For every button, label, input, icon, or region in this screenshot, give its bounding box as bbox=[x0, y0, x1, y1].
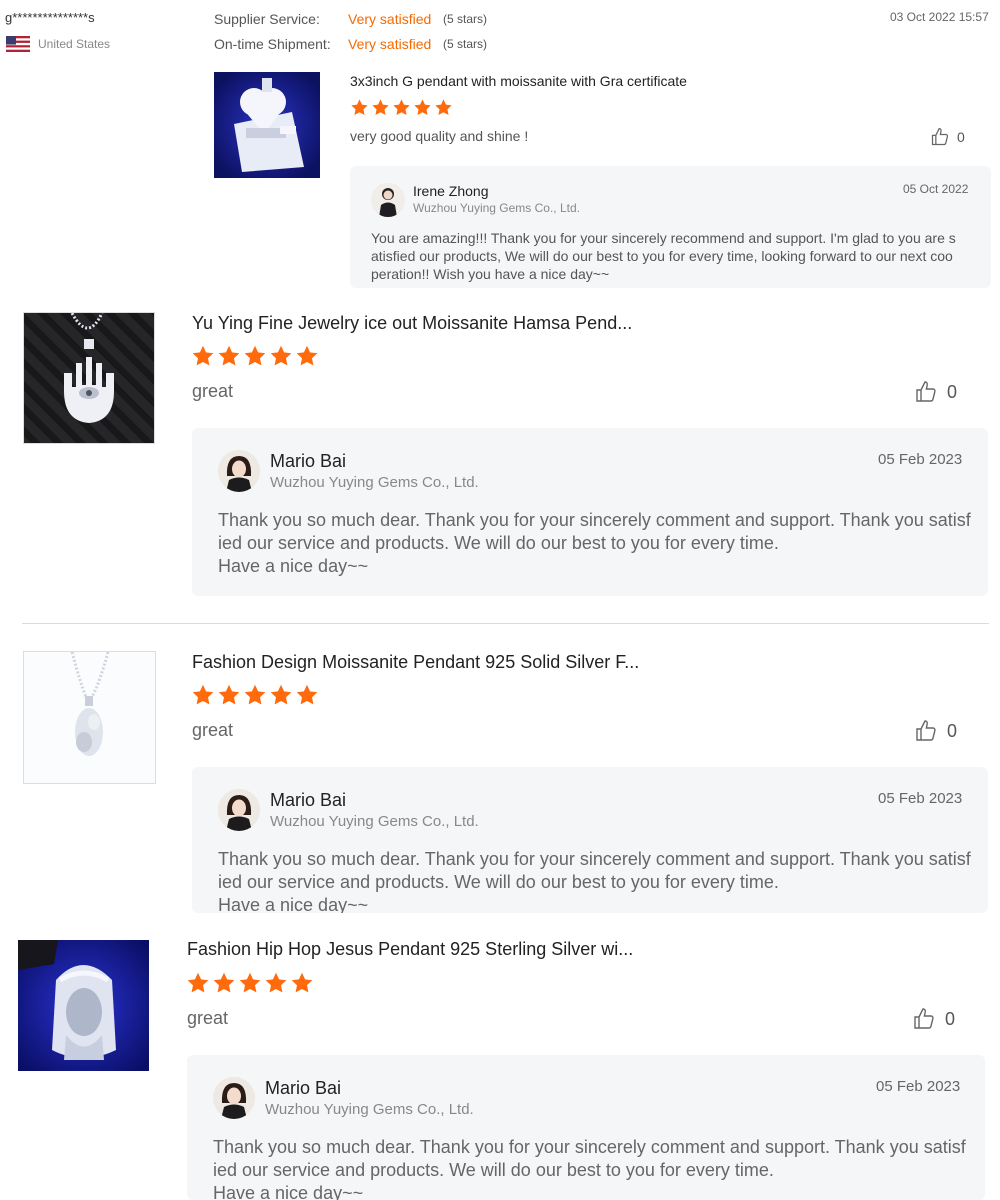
review-comment: great bbox=[192, 381, 234, 401]
reviewer-country: United States bbox=[38, 37, 111, 51]
seller-reply: Mario Bai Wuzhou Yuying Gems Co., Ltd. 0… bbox=[187, 1055, 985, 1200]
reply-line-2: ied our service and products. We will do… bbox=[218, 533, 779, 553]
star-icon bbox=[295, 344, 319, 368]
reply-company: Wuzhou Yuying Gems Co., Ltd. bbox=[265, 1101, 474, 1118]
product-title[interactable]: Yu Ying Fine Jewelry ice out Moissanite … bbox=[192, 313, 632, 334]
reply-line-1: You are amazing!!! Thank you for your si… bbox=[371, 230, 956, 246]
reply-line-3: Have a nice day~~ bbox=[213, 1183, 364, 1200]
rating-stars bbox=[191, 683, 321, 712]
reply-company: Wuzhou Yuying Gems Co., Ltd. bbox=[413, 201, 580, 215]
star-icon bbox=[238, 971, 262, 995]
star-icon bbox=[413, 98, 432, 117]
star-icon bbox=[243, 344, 267, 368]
shipment-stars: (5 stars) bbox=[443, 37, 488, 51]
review-comment: great bbox=[192, 720, 234, 740]
reply-line-3: Have a nice day~~ bbox=[218, 895, 369, 913]
rating-stars bbox=[350, 98, 455, 122]
thumbs-up-icon bbox=[912, 1007, 936, 1031]
like-button[interactable]: 0 bbox=[912, 1007, 955, 1031]
avatar bbox=[213, 1077, 255, 1119]
reply-line-2: atisfied our products, We will do our be… bbox=[371, 248, 953, 264]
shipment-label: On-time Shipment: bbox=[214, 36, 331, 52]
like-button[interactable]: 0 bbox=[914, 719, 957, 743]
like-button[interactable]: 0 bbox=[914, 380, 957, 404]
star-icon bbox=[264, 971, 288, 995]
reply-line-1: Thank you so much dear. Thank you for yo… bbox=[218, 849, 971, 869]
product-title[interactable]: Fashion Hip Hop Jesus Pendant 925 Sterli… bbox=[187, 939, 633, 960]
reply-date: 05 Feb 2023 bbox=[878, 451, 963, 468]
star-icon bbox=[434, 98, 453, 117]
shipment-value: Very satisfied bbox=[348, 36, 432, 52]
star-icon bbox=[212, 971, 236, 995]
reply-line-2: ied our service and products. We will do… bbox=[213, 1160, 774, 1180]
product-image[interactable] bbox=[214, 72, 320, 178]
reply-author-name: Irene Zhong bbox=[413, 183, 489, 199]
reply-date: 05 Feb 2023 bbox=[878, 790, 963, 807]
product-image[interactable] bbox=[18, 940, 149, 1071]
star-icon bbox=[217, 683, 241, 707]
reply-line-3: Have a nice day~~ bbox=[218, 556, 369, 576]
us-flag-icon bbox=[6, 36, 30, 52]
reply-author-name: Mario Bai bbox=[265, 1078, 342, 1098]
rating-stars bbox=[186, 971, 316, 1000]
reply-company: Wuzhou Yuying Gems Co., Ltd. bbox=[270, 813, 479, 830]
star-icon bbox=[290, 971, 314, 995]
avatar bbox=[218, 450, 260, 492]
star-icon bbox=[371, 98, 390, 117]
reply-line-2: ied our service and products. We will do… bbox=[218, 872, 779, 892]
thumbs-up-icon bbox=[914, 719, 938, 743]
star-icon bbox=[217, 344, 241, 368]
star-icon bbox=[269, 683, 293, 707]
reply-author-name: Mario Bai bbox=[270, 451, 347, 471]
reviewer-name: g***************s bbox=[5, 10, 95, 25]
product-image[interactable] bbox=[23, 651, 156, 784]
star-icon bbox=[392, 98, 411, 117]
reply-line-1: Thank you so much dear. Thank you for yo… bbox=[213, 1137, 966, 1157]
review-comment: great bbox=[187, 1008, 229, 1028]
reply-company: Wuzhou Yuying Gems Co., Ltd. bbox=[270, 474, 479, 491]
supplier-service-value: Very satisfied bbox=[348, 11, 432, 27]
star-icon bbox=[191, 344, 215, 368]
avatar bbox=[371, 183, 405, 217]
like-count: 0 bbox=[947, 381, 958, 402]
supplier-service-stars: (5 stars) bbox=[443, 12, 488, 26]
avatar bbox=[218, 789, 260, 831]
thumbs-up-icon bbox=[930, 127, 950, 147]
supplier-service-label: Supplier Service: bbox=[214, 11, 320, 27]
product-title[interactable]: Fashion Design Moissanite Pendant 925 So… bbox=[192, 652, 639, 673]
star-icon bbox=[186, 971, 210, 995]
star-icon bbox=[295, 683, 319, 707]
like-button[interactable]: 0 bbox=[930, 127, 965, 147]
reply-line-3: peration!! Wish you have a nice day~~ bbox=[371, 266, 610, 282]
reply-date: 05 Oct 2022 bbox=[903, 182, 969, 196]
rating-stars bbox=[191, 344, 321, 373]
like-count: 0 bbox=[947, 720, 958, 741]
product-title[interactable]: 3x3inch G pendant with moissanite with G… bbox=[350, 73, 687, 89]
thumbs-up-icon bbox=[914, 380, 938, 404]
star-icon bbox=[350, 98, 369, 117]
seller-reply: Mario Bai Wuzhou Yuying Gems Co., Ltd. 0… bbox=[192, 767, 988, 913]
star-icon bbox=[191, 683, 215, 707]
star-icon bbox=[243, 683, 267, 707]
review-date: 03 Oct 2022 15:57 bbox=[890, 10, 989, 24]
divider bbox=[22, 623, 989, 624]
reply-line-1: Thank you so much dear. Thank you for yo… bbox=[218, 510, 971, 530]
reply-date: 05 Feb 2023 bbox=[876, 1078, 961, 1095]
review-comment: very good quality and shine ! bbox=[350, 128, 529, 144]
product-image[interactable] bbox=[23, 312, 155, 444]
seller-reply: Mario Bai Wuzhou Yuying Gems Co., Ltd. 0… bbox=[192, 428, 988, 596]
like-count: 0 bbox=[945, 1008, 956, 1029]
seller-reply: Irene Zhong Wuzhou Yuying Gems Co., Ltd.… bbox=[350, 166, 991, 288]
reply-author-name: Mario Bai bbox=[270, 790, 347, 810]
star-icon bbox=[269, 344, 293, 368]
like-count: 0 bbox=[957, 129, 965, 145]
